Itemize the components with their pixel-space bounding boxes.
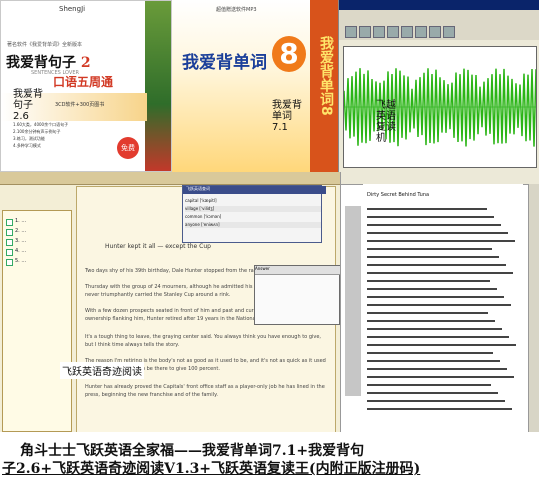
footer-caption: 角斗士士飞跃英语全家福——我爱背单词7.1+我爱背句 子2.6+飞跃英语奇迹阅读… xyxy=(0,432,539,477)
text-line xyxy=(367,368,507,370)
text-line xyxy=(367,336,509,338)
text-line xyxy=(367,296,504,298)
play-icon[interactable] xyxy=(345,26,357,38)
text-line xyxy=(367,360,500,362)
text-line xyxy=(367,240,515,242)
tree-checkbox[interactable] xyxy=(6,259,13,266)
waveform-panel[interactable] xyxy=(343,46,537,168)
text-line xyxy=(367,352,493,354)
dictionary-window[interactable]: 飞跃英语查词 capital [ˈkæpitl] village [ˈvilid… xyxy=(182,185,326,243)
repeater-toolbar xyxy=(339,10,539,40)
book1-title: 我爱背句子 2 xyxy=(6,55,91,71)
text-line xyxy=(367,320,495,322)
repeat-icon[interactable] xyxy=(401,26,413,38)
tree-checkbox[interactable] xyxy=(6,239,13,246)
article-paragraph: Hunter has already proved the Capitals' … xyxy=(85,384,325,398)
text-line xyxy=(367,224,501,226)
dictionary-row[interactable]: common [ˈkɔmən] xyxy=(185,214,321,220)
repeater-titlebar xyxy=(339,0,539,10)
book1-cd-text: 3CD软件+300页图书 xyxy=(55,102,105,108)
waveform-graph xyxy=(343,68,537,147)
tree-checkbox[interactable] xyxy=(6,249,13,256)
repeater-app-window xyxy=(338,0,539,172)
tree-checkbox[interactable] xyxy=(6,229,13,236)
dictionary-title: 飞跃英语查词 xyxy=(183,186,326,194)
reader-tag: 飞跃英语奇迹阅读 xyxy=(60,362,144,379)
review-scrollbar[interactable] xyxy=(528,184,539,432)
text-line xyxy=(367,272,513,274)
text-line xyxy=(367,408,512,410)
stop-icon[interactable] xyxy=(373,26,385,38)
answer-popup[interactable]: Answer xyxy=(254,265,341,325)
book2-tag: 我爱背单词7.1 xyxy=(272,100,302,133)
article-headline: Hunter kept it all — except the Cup xyxy=(105,243,211,250)
book1-spine xyxy=(145,1,171,171)
text-line xyxy=(367,376,514,378)
dictionary-row[interactable]: village [ˈvilidʒ] xyxy=(185,206,321,212)
book1-badge: 免费 xyxy=(117,137,139,159)
tree-item[interactable]: 2. ... xyxy=(15,228,26,234)
review-title: Dirty Secret Behind Tuna xyxy=(367,192,430,198)
text-line xyxy=(367,256,499,258)
book2-spine: 我爱背单词8 xyxy=(310,0,338,172)
text-line xyxy=(367,400,505,402)
book1-subtitle: 著名软件《我爱背单词》全新版本 xyxy=(7,42,83,48)
repeater-tag: 飞越英语复读机 xyxy=(376,100,396,144)
popup-header: Answer xyxy=(255,266,341,275)
text-line xyxy=(367,304,511,306)
text-line xyxy=(367,392,498,394)
text-line xyxy=(367,328,502,330)
book2-front xyxy=(172,0,310,172)
tree-item[interactable]: 5. ... xyxy=(15,258,26,264)
speed-icon[interactable] xyxy=(415,26,427,38)
review-page[interactable]: Dirty Secret Behind Tuna xyxy=(363,184,523,430)
text-line xyxy=(367,280,490,282)
tree-checkbox[interactable] xyxy=(6,219,13,226)
save-icon[interactable] xyxy=(443,26,455,38)
book1-title2: 口语五周通 xyxy=(53,75,114,89)
text-line xyxy=(367,232,508,234)
book1-tag: 我爱背句子2.6 xyxy=(13,89,43,122)
text-line xyxy=(367,248,492,250)
footer-line2: 子2.6+飞跃英语奇迹阅读V1.3+飞跃英语复读王(内附正版注册码) xyxy=(2,461,421,477)
book2-mp3-text: 超值赠送软件MP3 xyxy=(216,7,257,13)
text-line xyxy=(367,208,487,210)
text-line xyxy=(367,216,494,218)
record-icon[interactable] xyxy=(387,26,399,38)
tree-item[interactable]: 3. ... xyxy=(15,238,26,244)
open-file-icon[interactable] xyxy=(429,26,441,38)
book2-cover: 超值赠送软件MP3 我爱背单词 8 我爱背单词8 我爱背单词7.1 xyxy=(172,0,338,172)
review-app-window: Dirty Secret Behind Tuna xyxy=(340,172,539,432)
tree-item[interactable]: 1. ... xyxy=(15,218,26,224)
book2-number: 8 xyxy=(272,36,306,72)
book1-cover: ShengJi 著名软件《我爱背单词》全新版本 我爱背句子 2 SENTENCE… xyxy=(0,0,172,172)
dictionary-row[interactable]: capital [ˈkæpitl] xyxy=(185,198,321,204)
pause-icon[interactable] xyxy=(359,26,371,38)
text-line xyxy=(367,264,506,266)
review-side-panel xyxy=(345,206,361,396)
article-paragraph: It's a tough thing to leave, the graying… xyxy=(85,334,322,348)
chapter-tree[interactable]: 1. ... 2. ... 3. ... 4. ... 5. ... xyxy=(2,210,72,432)
text-line xyxy=(367,384,491,386)
dictionary-row[interactable]: anyone [ˈeniwʌn] xyxy=(185,222,321,228)
tree-item[interactable]: 4. ... xyxy=(15,248,26,254)
text-line xyxy=(367,288,497,290)
text-line xyxy=(367,344,516,346)
text-line xyxy=(367,312,488,314)
book2-title: 我爱背单词 xyxy=(182,53,267,73)
footer-line1: 角斗士士飞跃英语全家福——我爱背单词7.1+我爱背句 xyxy=(20,443,365,459)
book1-logo: ShengJi xyxy=(59,5,86,13)
